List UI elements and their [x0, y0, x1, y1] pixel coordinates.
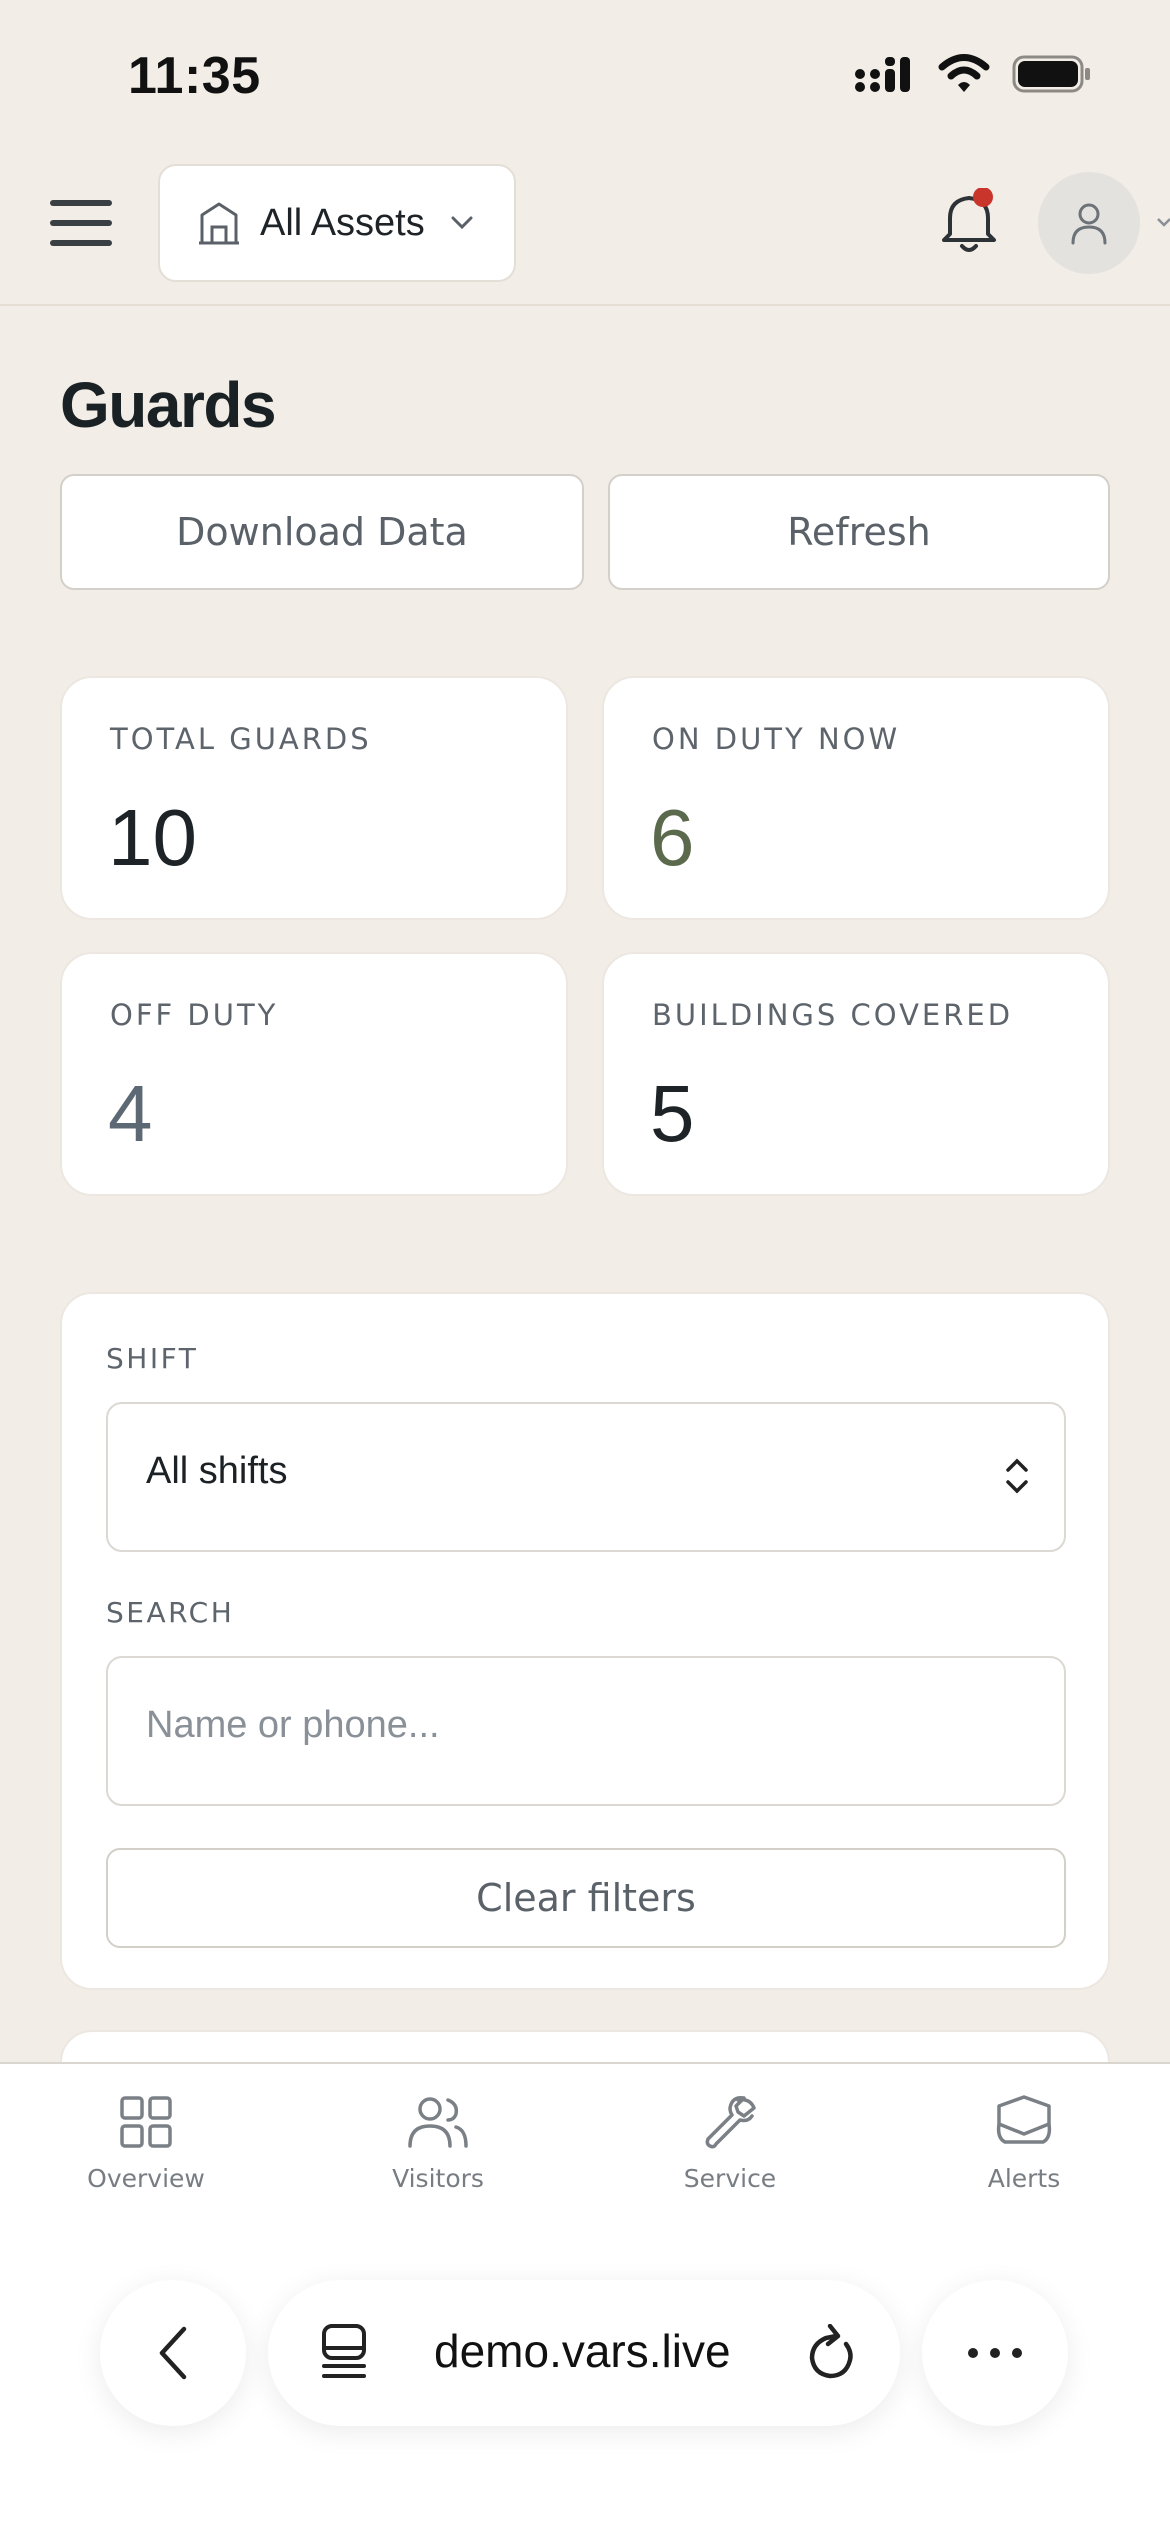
ellipsis-icon — [968, 2348, 1022, 2358]
notification-dot — [973, 187, 993, 207]
nav-item-overview[interactable]: Overview — [26, 2094, 266, 2214]
shift-label: SHIFT — [106, 1342, 199, 1375]
asset-selector[interactable]: All Assets — [158, 164, 516, 282]
chevron-left-icon — [159, 2326, 187, 2380]
bell-icon — [942, 187, 996, 252]
shift-select-value: All shifts — [146, 1450, 288, 1492]
nav-item-service[interactable]: Service — [610, 2094, 850, 2214]
chevron-down-icon[interactable] — [1156, 216, 1170, 228]
status-bar: 11:35 — [0, 0, 1170, 150]
stat-value: 5 — [650, 1069, 695, 1158]
shield-icon — [996, 2095, 1052, 2144]
nav-label: Alerts — [987, 2164, 1061, 2193]
user-icon — [1071, 203, 1107, 245]
nav-item-alerts[interactable]: Alerts — [904, 2094, 1144, 2214]
stat-value: 4 — [108, 1069, 153, 1158]
stat-label: TOTAL GUARDS — [110, 722, 372, 756]
stat-label: OFF DUTY — [110, 998, 279, 1032]
search-input[interactable]: Name or phone... — [106, 1656, 1066, 1806]
stat-label: BUILDINGS COVERED — [652, 998, 1014, 1032]
up-down-chevron-icon — [1006, 1458, 1028, 1494]
page-title: Guards — [60, 369, 277, 441]
search-label: SEARCH — [106, 1596, 235, 1629]
cellular-signal-icon — [855, 57, 910, 92]
nav-item-visitors[interactable]: Visitors — [318, 2094, 558, 2214]
browser-back-button[interactable] — [100, 2280, 246, 2426]
stat-card-total-guards: TOTAL GUARDS 10 — [60, 676, 568, 920]
browser-toolbar: demo.vars.live — [0, 2280, 1170, 2430]
more-options-button[interactable] — [922, 2280, 1068, 2426]
nav-label: Service — [683, 2164, 777, 2193]
tabs-icon — [322, 2324, 366, 2378]
status-icons — [854, 54, 1092, 94]
chevron-down-icon — [451, 216, 473, 230]
wifi-icon — [938, 54, 990, 92]
nav-label: Overview — [87, 2164, 205, 2193]
filter-panel: SHIFT All shifts SEARCH Name or phone...… — [60, 1292, 1110, 1990]
url-text: demo.vars.live — [434, 2325, 731, 2377]
wrench-icon — [705, 2095, 756, 2149]
stat-card-buildings-covered: BUILDINGS COVERED 5 — [602, 952, 1110, 1196]
asset-selector-label: All Assets — [260, 201, 425, 244]
notifications-button[interactable] — [938, 187, 1000, 256]
status-time: 11:35 — [128, 47, 261, 105]
refresh-button[interactable]: Refresh — [608, 474, 1110, 590]
grid-icon — [120, 2096, 172, 2148]
app-header: All Assets — [0, 150, 1170, 306]
download-data-button[interactable]: Download Data — [60, 474, 584, 590]
building-icon — [199, 202, 239, 245]
menu-button[interactable] — [50, 198, 116, 248]
battery-icon — [1012, 55, 1090, 93]
clear-filters-button[interactable]: Clear filters — [106, 1848, 1066, 1948]
stat-card-off-duty: OFF DUTY 4 — [60, 952, 568, 1196]
address-bar[interactable]: demo.vars.live — [268, 2280, 900, 2426]
stat-value: 10 — [108, 793, 197, 882]
reload-icon[interactable] — [806, 2324, 858, 2382]
stat-label: ON DUTY NOW — [652, 722, 901, 756]
shift-select[interactable]: All shifts — [106, 1402, 1066, 1552]
users-icon — [408, 2097, 468, 2148]
stat-value: 6 — [650, 793, 695, 882]
nav-label: Visitors — [392, 2164, 484, 2193]
stat-card-on-duty-now: ON DUTY NOW 6 — [602, 676, 1110, 920]
search-placeholder: Name or phone... — [146, 1704, 440, 1746]
avatar[interactable] — [1038, 172, 1140, 274]
